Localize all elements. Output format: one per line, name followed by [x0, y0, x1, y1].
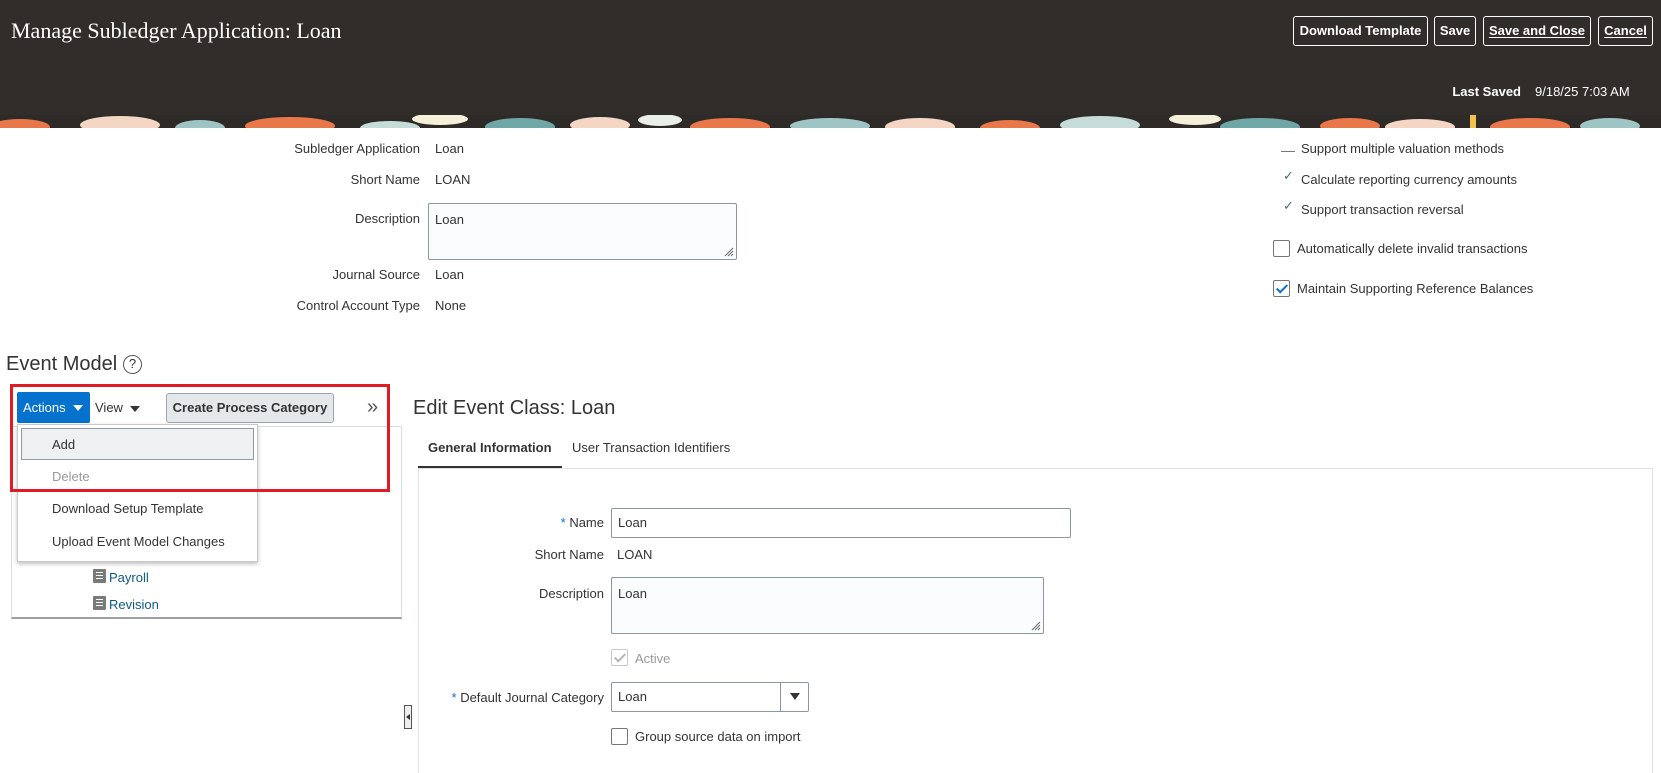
- menu-item-download-setup-template[interactable]: Download Setup Template: [18, 493, 257, 525]
- event-short-name-value: LOAN: [617, 547, 653, 562]
- unchecked-dash-icon: [1281, 151, 1295, 152]
- dropdown-button[interactable]: [780, 683, 808, 711]
- event-description-field[interactable]: Loan: [611, 577, 1044, 634]
- name-input[interactable]: Loan: [611, 508, 1071, 538]
- journal-source-value: Loan: [435, 267, 464, 282]
- highlight-annotation: [10, 384, 390, 492]
- support-multiple-valuation-text: Support multiple valuation methods: [1301, 141, 1505, 156]
- decorative-banner: [0, 115, 1661, 128]
- control-account-type-value: None: [435, 298, 467, 313]
- checkmark-icon: ✓: [1283, 168, 1294, 183]
- default-journal-category-label: * Default Journal Category: [420, 690, 605, 705]
- description-text: Loan: [435, 212, 464, 227]
- tree-node-payroll[interactable]: Payroll: [109, 570, 149, 585]
- default-journal-category-label-text: Default Journal Category: [460, 690, 604, 705]
- maintain-supporting-ref-checkbox[interactable]: [1273, 280, 1290, 297]
- event-model-title: Event Model: [6, 353, 118, 375]
- help-icon[interactable]: ?: [123, 355, 142, 374]
- document-icon: [93, 596, 106, 610]
- last-saved-value: 9/18/25 7:03 AM: [1535, 84, 1630, 99]
- maintain-supporting-ref-label: Maintain Supporting Reference Balances: [1297, 281, 1534, 296]
- document-icon: [93, 569, 106, 583]
- resize-grip-icon[interactable]: [1031, 621, 1041, 631]
- default-journal-category-select[interactable]: Loan: [611, 682, 809, 712]
- auto-delete-invalid-label: Automatically delete invalid transaction…: [1297, 241, 1528, 256]
- page-header: Manage Subledger Application: Loan Downl…: [0, 0, 1661, 115]
- description-field[interactable]: Loan: [428, 203, 737, 260]
- chevron-down-icon: [790, 693, 800, 700]
- description-label: Description: [354, 211, 420, 226]
- control-account-type-label: Control Account Type: [296, 298, 420, 313]
- tab-user-transaction-identifiers[interactable]: User Transaction Identifiers: [572, 440, 730, 455]
- event-description-label: Description: [538, 586, 604, 601]
- save-button[interactable]: Save: [1434, 16, 1476, 46]
- default-journal-category-value: Loan: [618, 689, 647, 704]
- active-checkbox: [611, 649, 628, 666]
- cancel-button[interactable]: Cancel: [1598, 16, 1653, 46]
- short-name-value: LOAN: [435, 172, 471, 187]
- resize-grip-icon[interactable]: [724, 247, 734, 257]
- support-transaction-reversal-text: Support transaction reversal: [1301, 202, 1464, 217]
- group-source-data-checkbox[interactable]: [611, 728, 628, 745]
- menu-item-upload-event-model-changes[interactable]: Upload Event Model Changes: [18, 526, 257, 558]
- subledger-application-label: Subledger Application: [294, 141, 420, 156]
- tree-node-revision[interactable]: Revision: [109, 597, 159, 612]
- short-name-label: Short Name: [350, 172, 420, 187]
- group-source-data-label: Group source data on import: [635, 729, 801, 744]
- name-label-text: Name: [569, 515, 604, 530]
- page-title: Manage Subledger Application: Loan: [11, 18, 342, 43]
- active-label: Active: [635, 651, 671, 666]
- required-marker: *: [451, 690, 457, 705]
- tab-general-information[interactable]: General Information: [428, 440, 552, 455]
- last-saved-label: Last Saved: [1452, 84, 1521, 99]
- auto-delete-invalid-checkbox[interactable]: [1273, 240, 1290, 257]
- download-template-button[interactable]: Download Template: [1293, 16, 1428, 46]
- event-description-text: Loan: [618, 586, 647, 601]
- name-label: * Name: [430, 515, 604, 530]
- checkmark-icon: ✓: [1283, 198, 1294, 213]
- journal-source-label: Journal Source: [332, 267, 420, 282]
- required-marker: *: [560, 515, 566, 530]
- subledger-application-value: Loan: [435, 141, 464, 156]
- event-short-name-label: Short Name: [534, 547, 604, 562]
- panel-splitter-handle[interactable]: [404, 705, 412, 729]
- edit-event-class-title: Edit Event Class: Loan: [413, 397, 616, 419]
- save-and-close-button[interactable]: Save and Close: [1483, 16, 1591, 46]
- calculate-reporting-currency-text: Calculate reporting currency amounts: [1301, 172, 1518, 187]
